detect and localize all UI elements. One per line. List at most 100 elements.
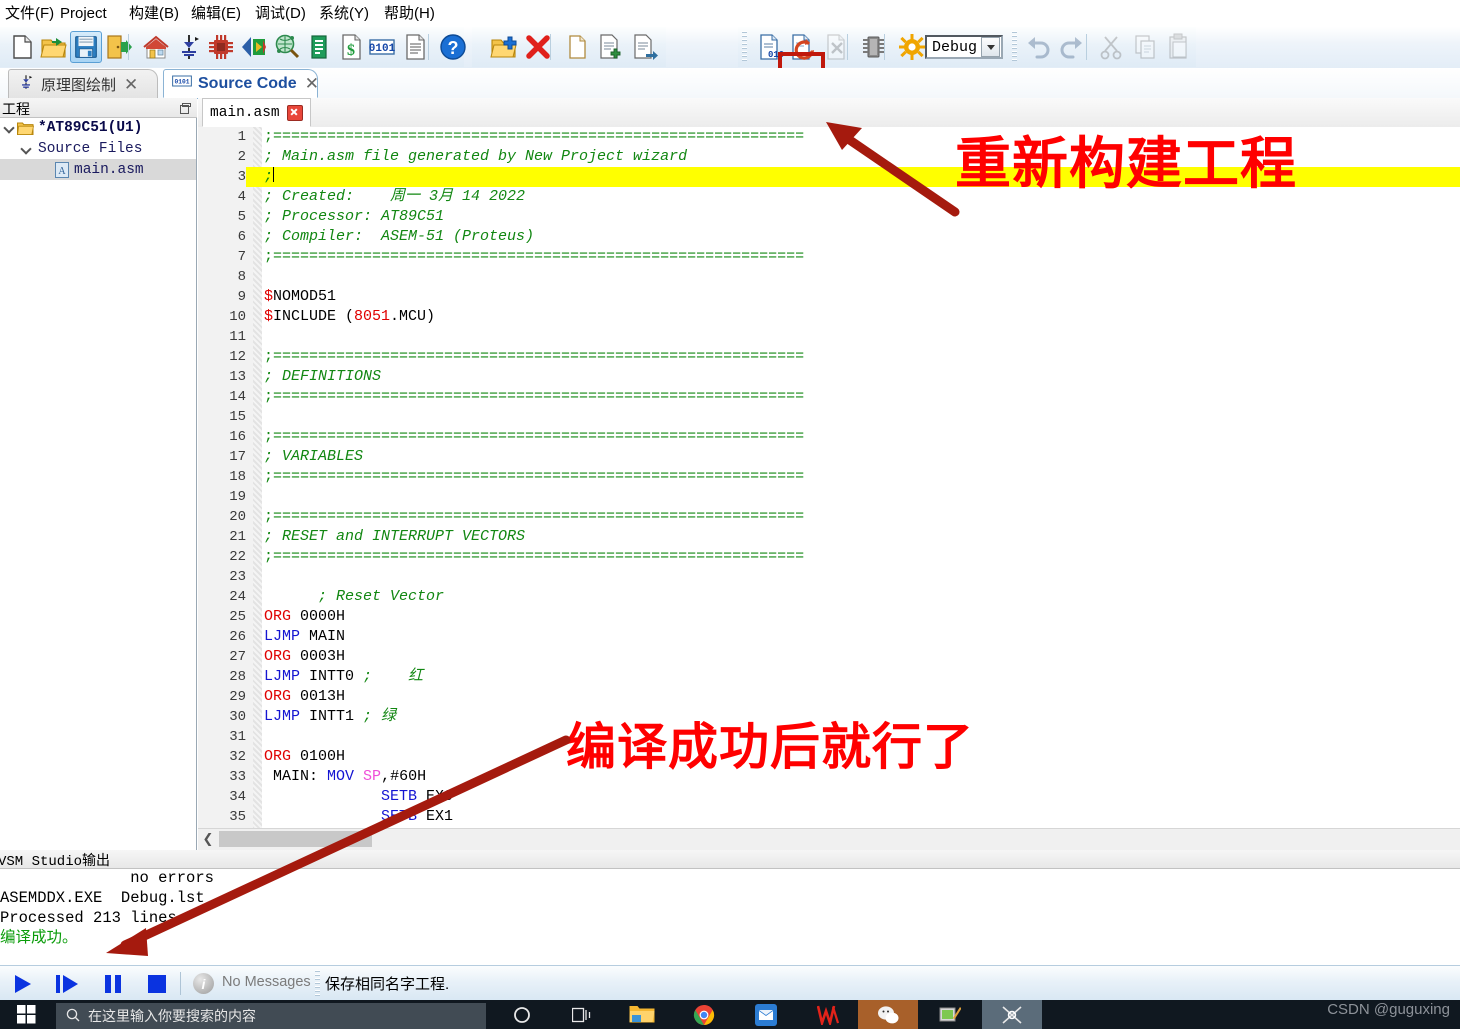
mail-icon[interactable] bbox=[736, 1000, 796, 1029]
cortana-icon[interactable] bbox=[492, 1000, 552, 1029]
tree-node-source-files[interactable]: Source Files bbox=[0, 138, 196, 159]
exit-door-icon[interactable] bbox=[102, 31, 134, 63]
code-line-number: 24 bbox=[229, 589, 246, 605]
code-line-text: ; Main.asm file generated by New Project… bbox=[264, 148, 688, 165]
code-line-number: 22 bbox=[229, 549, 246, 565]
task-view-icon[interactable] bbox=[552, 1000, 612, 1029]
wps-icon[interactable] bbox=[798, 1000, 858, 1029]
paste-icon[interactable] bbox=[1162, 31, 1194, 63]
tab-schematic-close-icon[interactable]: ✕ bbox=[124, 76, 138, 93]
toolbar-separator bbox=[128, 34, 129, 60]
tab-source-code[interactable]: 0101 Source Code ✕ bbox=[163, 69, 319, 98]
editor-horizontal-scrollbar[interactable]: ❮ bbox=[198, 828, 1460, 850]
document-tab-strip: 原理图绘制 ✕ 0101 Source Code ✕ bbox=[0, 68, 1460, 99]
redo-icon[interactable] bbox=[1056, 31, 1088, 63]
tree-node-source-files-label: Source Files bbox=[38, 140, 143, 157]
menu-item-help[interactable]: 帮助(H) bbox=[379, 3, 440, 24]
text-caret bbox=[273, 167, 275, 182]
scrollbar-thumb[interactable] bbox=[219, 831, 372, 847]
code-line-number: 13 bbox=[229, 369, 246, 385]
project-panel: 工程 *AT89C51(U1) Source Files A main.asm bbox=[0, 98, 197, 850]
chevron-down-icon[interactable] bbox=[3, 121, 16, 134]
add-source-file-icon[interactable] bbox=[594, 31, 626, 63]
wechat-icon[interactable] bbox=[858, 1000, 918, 1029]
menu-item-edit[interactable]: 编辑(E) bbox=[186, 3, 246, 24]
help-icon[interactable]: ? bbox=[437, 31, 469, 63]
menu-item-build[interactable]: 构建(B) bbox=[124, 3, 184, 24]
menu-item-file[interactable]: 文件(F) bbox=[0, 3, 59, 24]
copy-icon[interactable] bbox=[1129, 31, 1161, 63]
code-line-text: ; bbox=[264, 167, 275, 185]
menu-item-system[interactable]: 系统(Y) bbox=[314, 3, 374, 24]
status-grip[interactable] bbox=[315, 970, 320, 997]
schematic-capture-icon[interactable] bbox=[173, 31, 205, 63]
output-panel: VSM Studio输出 no errors ASEMDDX.EXE Debug.… bbox=[0, 850, 1460, 965]
new-file-icon[interactable] bbox=[6, 31, 38, 63]
taskbar-search-box[interactable]: 在这里输入你要搜索的内容 bbox=[56, 1003, 486, 1029]
code-line-text: MAIN: MOV SP,#60H bbox=[264, 768, 427, 785]
run-button[interactable] bbox=[4, 969, 42, 998]
pause-button[interactable] bbox=[94, 969, 132, 998]
code-line-number: 26 bbox=[229, 629, 246, 645]
menu-item-project[interactable]: Project bbox=[55, 3, 112, 24]
undo-icon[interactable] bbox=[1022, 31, 1054, 63]
paint-icon[interactable] bbox=[920, 1000, 980, 1029]
report-icon[interactable] bbox=[399, 31, 431, 63]
toolbar-grip-2[interactable] bbox=[1012, 31, 1017, 63]
step-button[interactable] bbox=[48, 969, 86, 998]
cost-dollar-icon[interactable]: $ bbox=[335, 31, 367, 63]
chevron-down-icon[interactable] bbox=[981, 37, 1000, 57]
new-source-file-icon[interactable] bbox=[561, 31, 593, 63]
save-icon[interactable] bbox=[70, 31, 102, 63]
project-tree: *AT89C51(U1) Source Files A main.asm bbox=[0, 117, 196, 850]
code-line-text: ;=======================================… bbox=[264, 508, 805, 525]
code-line-number: 4 bbox=[237, 189, 246, 205]
tab-schematic-capture[interactable]: 原理图绘制 ✕ bbox=[8, 69, 158, 98]
source-search-icon[interactable] bbox=[270, 31, 302, 63]
code-line-text: ;=======================================… bbox=[264, 128, 805, 145]
project-settings-icon[interactable] bbox=[896, 31, 928, 63]
code-line-text: ORG 0003H bbox=[264, 648, 346, 665]
code-line: 16 ;=====================================… bbox=[198, 427, 1460, 447]
code-line-text: ;=======================================… bbox=[264, 248, 805, 265]
code-line: 9 $NOMOD51 bbox=[198, 287, 1460, 307]
tab-source-code-close-icon[interactable]: ✕ bbox=[305, 75, 319, 92]
code-line: 28 LJMP INTT0 ; 红 bbox=[198, 667, 1460, 687]
chrome-icon[interactable] bbox=[674, 1000, 734, 1029]
code-line-text: LJMP INTT1 ; 绿 bbox=[264, 708, 397, 725]
menu-item-debug[interactable]: 调试(D) bbox=[250, 3, 311, 24]
home-icon[interactable] bbox=[140, 31, 172, 63]
editor-file-tab-main-asm[interactable]: main.asm bbox=[202, 98, 311, 127]
tree-node-at89c51-label: *AT89C51(U1) bbox=[38, 119, 143, 136]
binary-0101-icon[interactable]: 0101 bbox=[366, 31, 398, 63]
3d-visualizer-icon[interactable] bbox=[238, 31, 270, 63]
code-line-number: 6 bbox=[237, 229, 246, 245]
scroll-left-icon[interactable]: ❮ bbox=[200, 831, 216, 847]
remove-source-file-icon[interactable] bbox=[628, 31, 660, 63]
proteus-icon[interactable] bbox=[982, 1000, 1042, 1029]
stop-button[interactable] bbox=[138, 969, 176, 998]
code-line: 8 bbox=[198, 267, 1460, 287]
folder-icon bbox=[17, 121, 34, 135]
cut-icon[interactable] bbox=[1095, 31, 1127, 63]
file-explorer-icon[interactable] bbox=[612, 1000, 672, 1029]
output-text[interactable]: no errors ASEMDDX.EXE Debug.lst Processed … bbox=[0, 868, 1460, 965]
add-project-icon[interactable] bbox=[488, 31, 520, 63]
toolbar-grip[interactable] bbox=[742, 31, 747, 63]
code-line-text: ; RESET and INTERRUPT VECTORS bbox=[264, 528, 526, 545]
code-line: 21 ; RESET and INTERRUPT VECTORS bbox=[198, 527, 1460, 547]
bill-of-materials-icon[interactable] bbox=[303, 31, 335, 63]
dock-pin-icon[interactable] bbox=[180, 101, 191, 114]
pcb-layout-icon[interactable] bbox=[205, 31, 237, 63]
code-line-text: $NOMOD51 bbox=[264, 288, 337, 305]
close-icon[interactable] bbox=[286, 104, 303, 121]
output-line: 编译成功。 bbox=[0, 929, 78, 947]
chevron-down-icon[interactable] bbox=[20, 142, 33, 155]
start-button[interactable] bbox=[0, 1000, 52, 1029]
output-panel-title: VSM Studio输出 bbox=[0, 854, 111, 870]
tree-node-at89c51[interactable]: *AT89C51(U1) bbox=[0, 117, 196, 138]
open-folder-icon[interactable] bbox=[38, 31, 70, 63]
build-config-select[interactable]: Debug bbox=[925, 35, 1003, 59]
code-line-number: 32 bbox=[229, 749, 246, 765]
tree-node-main-asm[interactable]: A main.asm bbox=[0, 159, 196, 180]
